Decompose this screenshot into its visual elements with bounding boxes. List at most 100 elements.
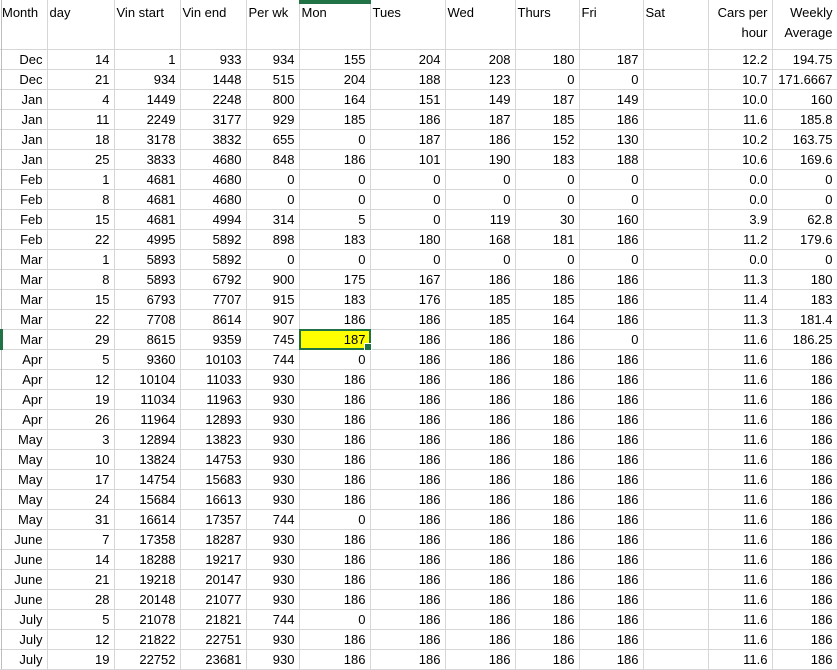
cell-weekly_average[interactable]: 163.75: [772, 129, 837, 149]
cell-day[interactable]: 12: [47, 629, 114, 649]
cell-cars_per_hour[interactable]: 11.2: [708, 229, 772, 249]
cell-mon[interactable]: 183: [299, 289, 370, 309]
cell-tues[interactable]: 186: [370, 549, 445, 569]
cell-fri[interactable]: 0: [579, 69, 643, 89]
cell-fri[interactable]: 186: [579, 449, 643, 469]
cell-cars_per_hour[interactable]: 11.6: [708, 529, 772, 549]
cell-tues[interactable]: 101: [370, 149, 445, 169]
cell-weekly_average[interactable]: 0: [772, 249, 837, 269]
cell-day[interactable]: 12: [47, 369, 114, 389]
cell-vin_start[interactable]: 4681: [114, 209, 180, 229]
cell-cars_per_hour[interactable]: 11.6: [708, 549, 772, 569]
cell-month[interactable]: Mar: [0, 269, 47, 289]
cell-day[interactable]: 15: [47, 209, 114, 229]
cell-sat[interactable]: [643, 149, 708, 169]
cell-weekly_average[interactable]: 186: [772, 629, 837, 649]
header-cell-sat[interactable]: Sat: [643, 0, 708, 49]
cell-tues[interactable]: 167: [370, 269, 445, 289]
cell-vin_end[interactable]: 4680: [180, 169, 246, 189]
cell-fri[interactable]: 186: [579, 269, 643, 289]
cell-weekly_average[interactable]: 62.8: [772, 209, 837, 229]
cell-fri[interactable]: 186: [579, 509, 643, 529]
cell-per_wk[interactable]: 0: [246, 249, 299, 269]
cell-tues[interactable]: 186: [370, 609, 445, 629]
cell-mon[interactable]: 186: [299, 369, 370, 389]
cell-mon[interactable]: 186: [299, 469, 370, 489]
cell-cars_per_hour[interactable]: 11.6: [708, 589, 772, 609]
cell-vin_end[interactable]: 5892: [180, 249, 246, 269]
cell-mon[interactable]: 186: [299, 309, 370, 329]
cell-day[interactable]: 10: [47, 449, 114, 469]
cell-month[interactable]: June: [0, 529, 47, 549]
cell-fri[interactable]: 160: [579, 209, 643, 229]
cell-cars_per_hour[interactable]: 10.6: [708, 149, 772, 169]
cell-day[interactable]: 19: [47, 389, 114, 409]
cell-mon[interactable]: 186: [299, 589, 370, 609]
cell-fri[interactable]: 186: [579, 389, 643, 409]
cell-sat[interactable]: [643, 369, 708, 389]
cell-fri[interactable]: 0: [579, 249, 643, 269]
cell-month[interactable]: Mar: [0, 249, 47, 269]
cell-day[interactable]: 14: [47, 49, 114, 69]
cell-month[interactable]: Jan: [0, 109, 47, 129]
cell-weekly_average[interactable]: 185.8: [772, 109, 837, 129]
cell-day[interactable]: 3: [47, 429, 114, 449]
cell-weekly_average[interactable]: 160: [772, 89, 837, 109]
cell-thurs[interactable]: 186: [515, 429, 579, 449]
cell-sat[interactable]: [643, 109, 708, 129]
cell-vin_end[interactable]: 6792: [180, 269, 246, 289]
cell-day[interactable]: 1: [47, 249, 114, 269]
cell-sat[interactable]: [643, 589, 708, 609]
cell-fri[interactable]: 0: [579, 329, 643, 349]
cell-mon[interactable]: 0: [299, 189, 370, 209]
cell-vin_start[interactable]: 2249: [114, 109, 180, 129]
header-cell-day[interactable]: day: [47, 0, 114, 49]
cell-wed[interactable]: 186: [445, 589, 515, 609]
cell-sat[interactable]: [643, 209, 708, 229]
cell-thurs[interactable]: 183: [515, 149, 579, 169]
cell-vin_start[interactable]: 10104: [114, 369, 180, 389]
cell-tues[interactable]: 0: [370, 189, 445, 209]
cell-wed[interactable]: 186: [445, 349, 515, 369]
cell-wed[interactable]: 0: [445, 169, 515, 189]
cell-wed[interactable]: 186: [445, 409, 515, 429]
cell-weekly_average[interactable]: 180: [772, 269, 837, 289]
cell-fri[interactable]: 186: [579, 469, 643, 489]
cell-wed[interactable]: 123: [445, 69, 515, 89]
cell-sat[interactable]: [643, 169, 708, 189]
cell-wed[interactable]: 186: [445, 389, 515, 409]
cell-per_wk[interactable]: 0: [246, 189, 299, 209]
cell-month[interactable]: Apr: [0, 369, 47, 389]
cell-fri[interactable]: 186: [579, 289, 643, 309]
cell-thurs[interactable]: 187: [515, 89, 579, 109]
cell-month[interactable]: July: [0, 629, 47, 649]
cell-weekly_average[interactable]: 0: [772, 169, 837, 189]
cell-mon[interactable]: 185: [299, 109, 370, 129]
cell-wed[interactable]: 186: [445, 269, 515, 289]
cell-wed[interactable]: 119: [445, 209, 515, 229]
cell-fri[interactable]: 0: [579, 169, 643, 189]
cell-month[interactable]: Mar: [0, 309, 47, 329]
cell-sat[interactable]: [643, 129, 708, 149]
cell-vin_end[interactable]: 13823: [180, 429, 246, 449]
cell-thurs[interactable]: 186: [515, 469, 579, 489]
cell-fri[interactable]: 149: [579, 89, 643, 109]
cell-sat[interactable]: [643, 249, 708, 269]
fill-handle-icon[interactable]: [364, 343, 372, 351]
cell-mon[interactable]: 186: [299, 549, 370, 569]
cell-tues[interactable]: 186: [370, 109, 445, 129]
cell-month[interactable]: Feb: [0, 229, 47, 249]
cell-vin_start[interactable]: 22752: [114, 649, 180, 669]
cell-thurs[interactable]: 186: [515, 549, 579, 569]
header-cell-mon[interactable]: Mon: [299, 0, 370, 49]
cell-per_wk[interactable]: 930: [246, 469, 299, 489]
cell-tues[interactable]: 186: [370, 489, 445, 509]
cell-vin_start[interactable]: 5893: [114, 249, 180, 269]
cell-mon[interactable]: 0: [299, 349, 370, 369]
cell-month[interactable]: Jan: [0, 89, 47, 109]
cell-mon[interactable]: 0: [299, 609, 370, 629]
cell-wed[interactable]: 186: [445, 569, 515, 589]
cell-sat[interactable]: [643, 649, 708, 669]
cell-sat[interactable]: [643, 389, 708, 409]
cell-thurs[interactable]: 186: [515, 569, 579, 589]
